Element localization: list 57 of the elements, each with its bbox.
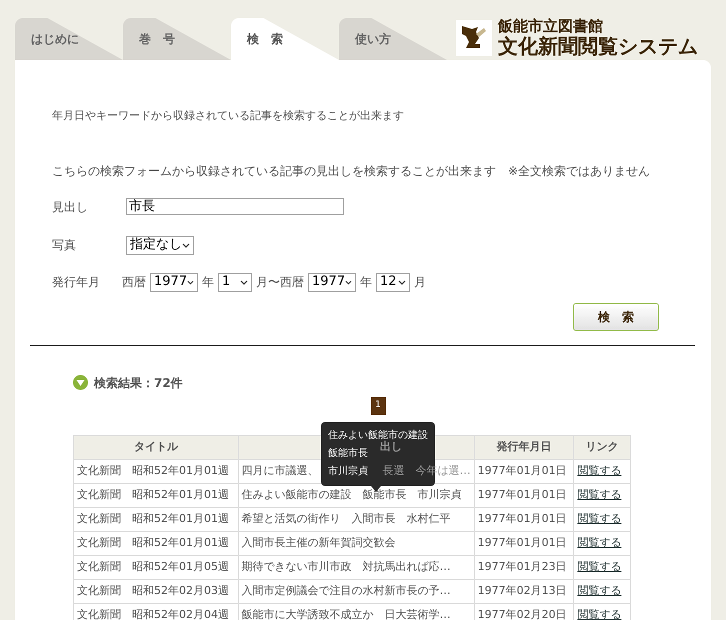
library-name: 飯能市立図書館 — [498, 19, 604, 34]
tab[interactable]: 巻 号 — [123, 18, 231, 60]
field-label: 見出し — [52, 198, 89, 216]
unit-label: 年 — [360, 274, 372, 291]
unit-label: 年 — [202, 274, 214, 291]
column-header: タイトル — [134, 440, 178, 453]
search-button[interactable]: 検 索 — [573, 302, 659, 330]
table-cell: 1977年01月23日 — [474, 555, 574, 579]
table-cell: 文化新聞 昭和52年01月01週 — [74, 459, 238, 483]
table-cell: 1977年01月01日 — [474, 483, 574, 507]
chevron-down-icon — [240, 280, 248, 284]
table-cell: 1977年02月13日 — [474, 579, 574, 603]
tooltip-text: 市川宗貞 — [328, 466, 368, 476]
column-header: リンク — [586, 440, 619, 453]
field-label: 写真 — [52, 237, 77, 254]
chevron-down-icon — [398, 280, 406, 284]
field-label: 発行年月 — [52, 274, 101, 291]
tab[interactable]: はじめに — [15, 18, 123, 60]
year-select[interactable]: 1977 — [150, 272, 198, 292]
chevron-down-icon — [187, 280, 194, 284]
column-header: 発行年月日 — [496, 440, 552, 453]
table-cell: 文化新聞 昭和52年01月01週 — [74, 507, 238, 531]
unit-label: 西暦 — [122, 274, 146, 291]
table-cell: 文化新聞 昭和52年01月01週 — [74, 531, 238, 555]
tab[interactable]: 検 索 — [231, 18, 339, 60]
system-title: 文化新聞閲覧システム — [498, 36, 698, 56]
table-cell: 入間市長主催の新年賀詞交歓会 — [238, 531, 474, 555]
table-cell: 四月に市議選、 — [242, 464, 319, 477]
page-link[interactable]: 1 — [370, 396, 386, 414]
chevron-down-icon — [345, 280, 352, 284]
table-cell: 文化新聞 昭和52年02月03週 — [74, 579, 238, 603]
table-cell: 住みよい飯能市の建設 飯能市長 市川宗貞 — [238, 483, 474, 507]
tooltip-text: 飯能市長 — [328, 448, 368, 458]
chevron-down-icon — [182, 242, 190, 248]
table-cell: 1977年01月01日 — [474, 507, 574, 531]
tab[interactable]: 使い方 — [339, 18, 447, 60]
table-cell: 1977年01月01日 — [474, 531, 574, 555]
tooltip-text: 住みよい飯能市の建設 — [328, 430, 428, 440]
headline-field[interactable]: 市長 — [126, 198, 344, 215]
month-select[interactable]: 1 — [218, 272, 252, 292]
results-count: 検索結果：72件 — [94, 374, 183, 392]
table-cell: 入間市定例議会で注目の水村新市長の予… — [238, 579, 474, 603]
table-cell: 1977年01月01日 — [474, 459, 574, 483]
form-description: こちらの検索フォームから収録されている記事の見出しを検索することが出来ます ※全文検索ではありません — [52, 162, 652, 180]
photo-select[interactable]: 指定なし — [126, 236, 194, 254]
column-header: 出し — [380, 440, 402, 453]
unit-label: 月 — [414, 274, 426, 291]
unit-label: 月〜西暦 — [256, 274, 304, 291]
horse-logo-icon — [456, 20, 492, 56]
table-cell: 文化新聞 昭和52年01月01週 — [74, 483, 238, 507]
month-select[interactable]: 12 — [376, 272, 410, 292]
table-cell: 希望と活気の街作り 入間市長 水村仁平 — [238, 507, 474, 531]
table-cell: 期待できない市川市政 対抗馬出れば応… — [238, 555, 474, 579]
intro-text: 年月日やキーワードから収録されている記事を検索することが出来ます — [52, 108, 405, 124]
table-cell: 文化新聞 昭和52年01月05週 — [74, 555, 238, 579]
table-cell: 文化新聞 昭和52年02月04週 — [74, 603, 238, 620]
year-select[interactable]: 1977 — [308, 272, 356, 292]
